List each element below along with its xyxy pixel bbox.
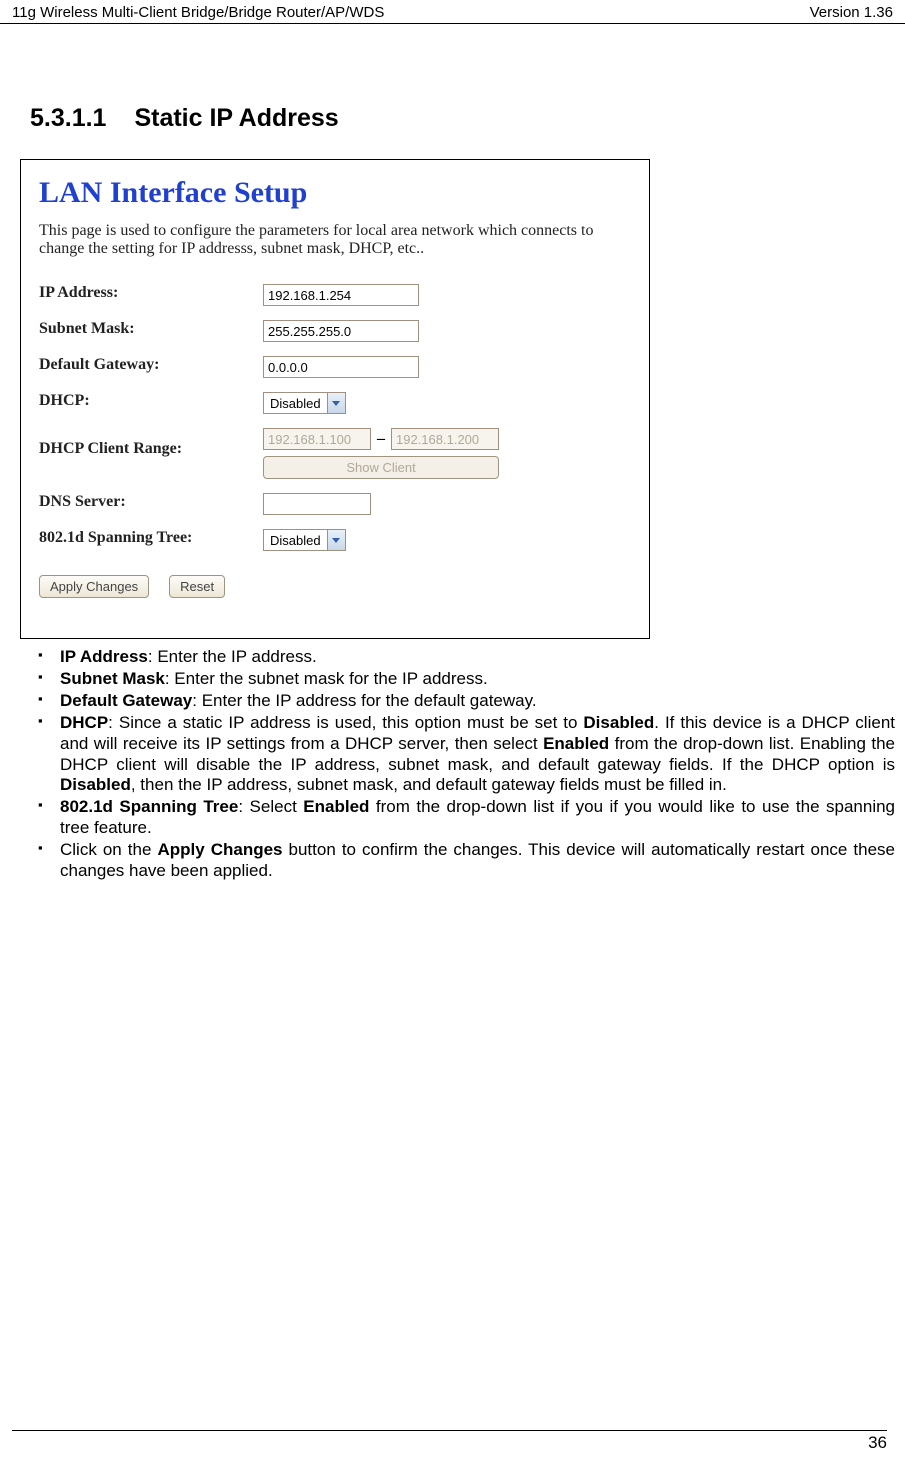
dhcp-range-label: DHCP Client Range: [39, 428, 263, 458]
dhcp-range-end-input[interactable] [391, 428, 499, 450]
dhcp-range-start-input[interactable] [263, 428, 371, 450]
doc-version: Version 1.36 [810, 4, 893, 21]
page-footer: 36 [12, 1430, 887, 1453]
section-title: Static IP Address [134, 104, 338, 133]
note-ip: IP Address: Enter the IP address. [32, 647, 895, 668]
note-mask: Subnet Mask: Enter the subnet mask for t… [32, 669, 895, 690]
lan-setup-desc: This page is used to configure the param… [39, 222, 631, 258]
ip-address-input[interactable] [263, 284, 419, 306]
note-dhcp: DHCP: Since a static IP address is used,… [32, 713, 895, 797]
dns-server-label: DNS Server: [39, 493, 263, 511]
range-dash: – [377, 430, 385, 448]
chevron-down-icon [327, 530, 345, 550]
spanning-tree-value: Disabled [264, 533, 327, 548]
default-gateway-input[interactable] [263, 356, 419, 378]
dns-server-input[interactable] [263, 493, 371, 515]
content: 5.3.1.1 Static IP Address LAN Interface … [0, 24, 905, 882]
note-spanning: 802.1d Spanning Tree: Select Enabled fro… [32, 797, 895, 839]
dhcp-select[interactable]: Disabled [263, 392, 346, 414]
show-client-button[interactable]: Show Client [263, 456, 499, 479]
dhcp-label: DHCP: [39, 392, 263, 410]
chevron-down-icon [327, 393, 345, 413]
page-header: 11g Wireless Multi-Client Bridge/Bridge … [0, 0, 905, 24]
section-header: 5.3.1.1 Static IP Address [30, 104, 895, 133]
page-number: 36 [868, 1433, 887, 1452]
spanning-tree-select[interactable]: Disabled [263, 529, 346, 551]
ip-address-label: IP Address: [39, 284, 263, 302]
subnet-mask-label: Subnet Mask: [39, 320, 263, 338]
doc-title-left: 11g Wireless Multi-Client Bridge/Bridge … [12, 4, 384, 21]
spanning-tree-label: 802.1d Spanning Tree: [39, 529, 263, 547]
lan-setup-figure: LAN Interface Setup This page is used to… [20, 159, 650, 639]
note-apply: Click on the Apply Changes button to con… [32, 840, 895, 882]
note-gateway: Default Gateway: Enter the IP address fo… [32, 691, 895, 712]
dhcp-select-value: Disabled [264, 396, 327, 411]
subnet-mask-input[interactable] [263, 320, 419, 342]
reset-button[interactable]: Reset [169, 575, 225, 598]
default-gateway-label: Default Gateway: [39, 356, 263, 374]
notes-list: IP Address: Enter the IP address. Subnet… [20, 647, 895, 882]
section-number: 5.3.1.1 [30, 104, 106, 133]
apply-changes-button[interactable]: Apply Changes [39, 575, 149, 598]
lan-setup-title: LAN Interface Setup [39, 176, 631, 210]
